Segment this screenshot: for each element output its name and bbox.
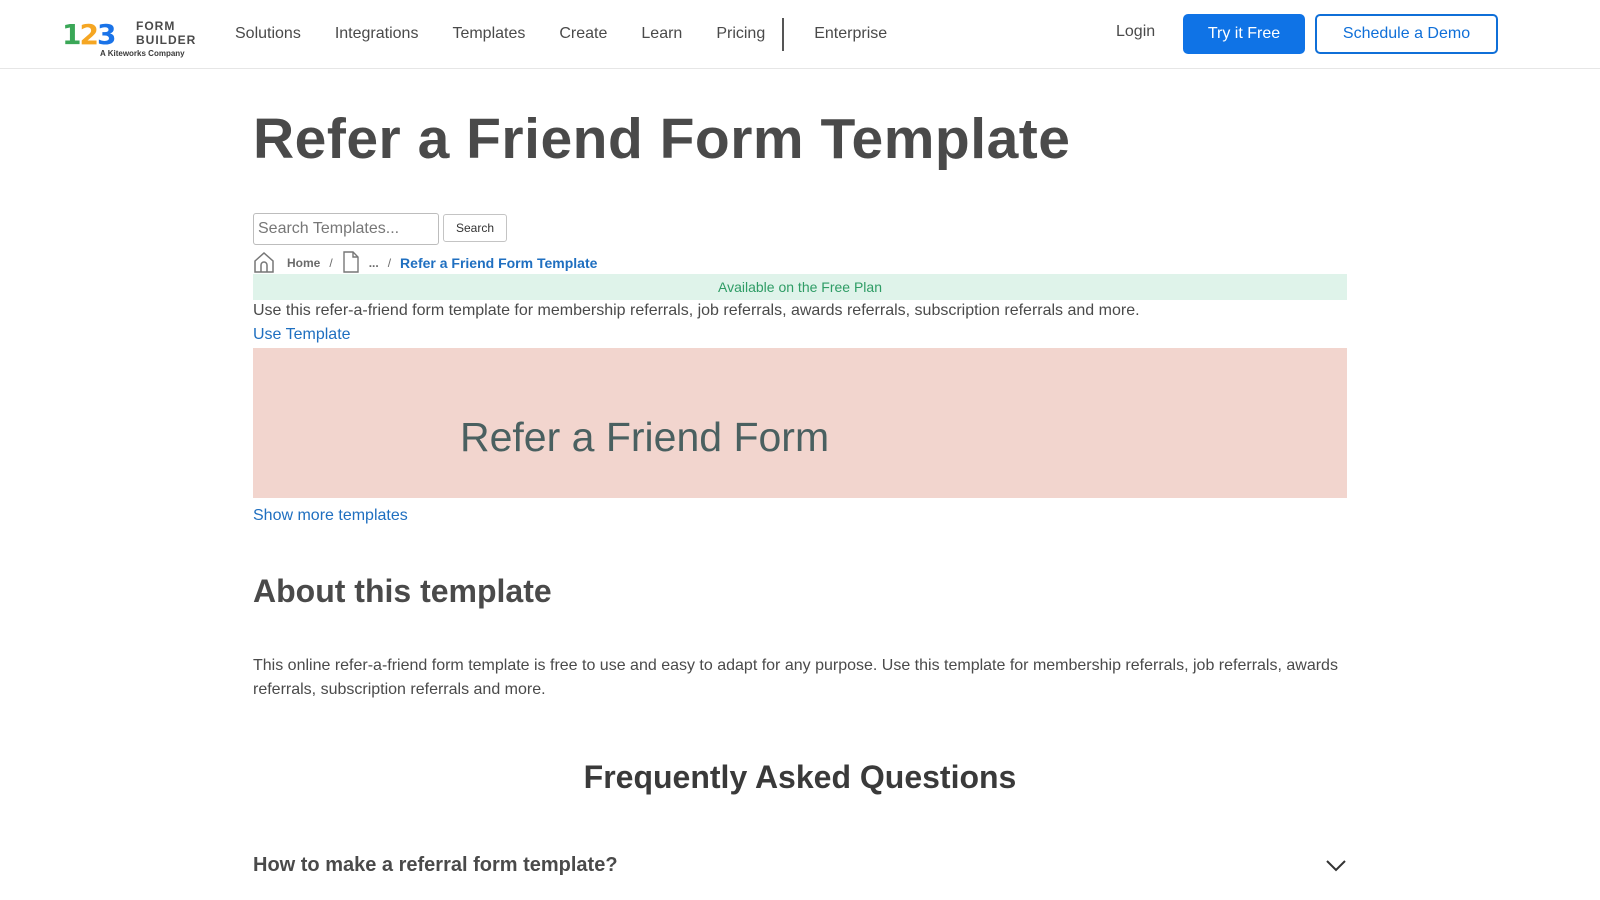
- search-input[interactable]: [253, 213, 439, 245]
- breadcrumb: Home / ... / Refer a Friend Form Templat…: [253, 250, 597, 276]
- nav-item-pricing[interactable]: Pricing: [716, 25, 765, 43]
- preview-title: Refer a Friend Form: [460, 414, 830, 460]
- site-header: 123 FORM BUILDER A Kiteworks Company Sol…: [0, 0, 1600, 69]
- nav-item-templates[interactable]: Templates: [452, 25, 525, 43]
- nav-divider: [782, 17, 785, 51]
- breadcrumb-separator: /: [329, 256, 333, 270]
- faq-question[interactable]: How to make a referral form template?: [253, 854, 618, 877]
- template-preview[interactable]: Refer a Friend Form: [253, 348, 1347, 498]
- login-link[interactable]: Login: [1116, 23, 1155, 41]
- logo-digit-two: 2: [79, 18, 99, 51]
- try-free-button[interactable]: Try it Free: [1183, 14, 1305, 54]
- nav-item-create[interactable]: Create: [559, 25, 607, 43]
- nav-item-learn[interactable]: Learn: [641, 25, 682, 43]
- breadcrumb-ellipsis[interactable]: ...: [369, 256, 379, 270]
- template-description: Use this refer-a-friend form template fo…: [253, 302, 1140, 319]
- main-nav: Solutions Integrations Templates Create …: [235, 0, 921, 68]
- breadcrumb-home[interactable]: Home: [287, 256, 320, 270]
- schedule-demo-button[interactable]: Schedule a Demo: [1315, 14, 1498, 54]
- faq-item[interactable]: How to make a referral form template?: [253, 850, 1347, 880]
- about-heading: About this template: [253, 573, 552, 609]
- nav-item-solutions[interactable]: Solutions: [235, 25, 301, 43]
- nav-item-integrations[interactable]: Integrations: [335, 25, 419, 43]
- logo-digit-three: 3: [96, 18, 117, 51]
- breadcrumb-current[interactable]: Refer a Friend Form Template: [400, 255, 597, 271]
- page-title: Refer a Friend Form Template: [253, 107, 1071, 171]
- show-more-templates-link[interactable]: Show more templates: [253, 507, 408, 525]
- logo-tagline: A Kiteworks Company: [100, 49, 185, 58]
- use-template-link[interactable]: Use Template: [253, 326, 351, 344]
- logo-digits: 123: [62, 18, 117, 51]
- chevron-down-icon[interactable]: [1325, 854, 1347, 876]
- breadcrumb-separator: /: [387, 256, 392, 270]
- nav-item-enterprise[interactable]: Enterprise: [814, 25, 887, 43]
- logo[interactable]: 123 FORM BUILDER A Kiteworks Company: [62, 18, 197, 60]
- home-icon[interactable]: [253, 251, 275, 276]
- about-text: This online refer-a-friend form template…: [253, 657, 1338, 698]
- logo-word-form: FORM: [136, 19, 176, 33]
- logo-digit-one: 1: [62, 18, 82, 51]
- faq-heading: Frequently Asked Questions: [583, 759, 1017, 795]
- search-button[interactable]: Search: [443, 214, 507, 242]
- free-plan-badge: Available on the Free Plan: [253, 274, 1347, 300]
- document-icon: [342, 250, 360, 276]
- logo-word-builder: BUILDER: [136, 33, 197, 47]
